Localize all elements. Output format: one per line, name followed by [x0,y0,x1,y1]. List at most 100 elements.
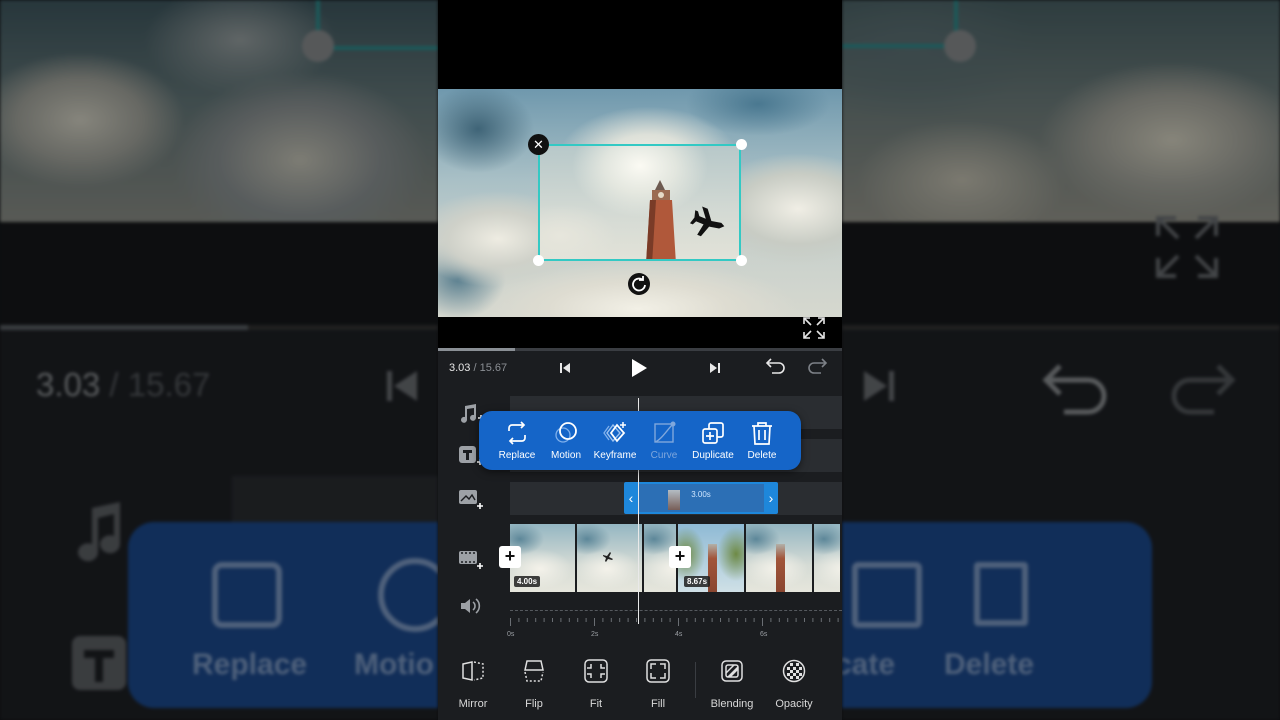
background-music-icon [70,500,130,569]
clip-1-duration: 4.00s [514,576,541,587]
blending-button[interactable]: Blending [704,658,760,710]
toolbar-divider [695,662,696,698]
background-toolbar-zoom: Replace Motio [128,522,438,708]
pip-trim-right-handle[interactable]: › [764,482,778,514]
background-scrub-right [842,325,1280,330]
bottom-tool-bar: Mirror Flip Fit Fill Blending Opacity [438,650,842,720]
background-replace-icon [212,562,282,628]
skip-to-start-button[interactable] [553,356,577,380]
clip-action-toolbar: Replace Motion Keyframe Curve Duplicate … [479,411,801,470]
editor-screen: ✕ 3.03 / 15.67 3.00s ‹ › 4.00s 8.67s + +… [438,0,842,720]
background-prev-icon [385,368,419,404]
background-undo-icon [1040,360,1110,421]
time-readout: 3.03 / 15.67 [449,362,507,374]
ruler-label-6s: 6s [760,631,768,638]
preview-letterbox-bottom [438,317,842,350]
skip-to-end-button[interactable] [703,356,727,380]
mirror-icon [462,661,484,681]
current-time: 3.03 [449,362,471,374]
motion-icon [555,422,577,443]
preview-progress-bar[interactable] [438,348,842,351]
rotate-handle[interactable] [628,273,650,295]
background-total-time: / 15.67 [100,366,211,403]
background-selection-frame-right [842,0,958,48]
duplicate-icon [702,422,724,444]
resize-handle-bottom-right[interactable] [736,255,747,266]
background-time: 3.03 / 15.67 [36,366,210,404]
background-current-time: 3.03 [36,366,101,403]
transition-add-button[interactable]: + [669,546,691,568]
mirror-button[interactable]: Mirror [445,658,501,710]
curve-label: Curve [650,450,678,461]
pip-clip-selected[interactable]: 3.00s ‹ › [624,482,778,514]
background-text-icon [70,634,130,703]
duplicate-button[interactable]: Duplicate [687,420,739,461]
background-next-icon [862,368,896,409]
keyframe-button[interactable]: Keyframe [589,420,641,461]
pip-add-icon[interactable] [458,488,484,512]
opacity-button[interactable]: Opacity [766,658,822,710]
video-preview[interactable]: ✕ [438,89,842,317]
add-clip-button[interactable]: + [499,546,521,568]
ruler-label-4s: 4s [675,631,683,638]
clip-2-frame[interactable] [746,524,814,592]
background-motion-label: Motio [354,648,434,681]
fit-icon [584,659,608,683]
background-handle [302,30,334,62]
motion-button[interactable]: Motion [540,420,592,461]
volume-icon[interactable] [458,594,484,618]
background-toolbar-zoom-right: plicate Delete [842,522,1152,708]
background-duplicate-icon [852,562,922,628]
duplicate-label: Duplicate [692,450,734,461]
ruler-label-0s: 0s [507,631,515,638]
tower-thumbnail [776,544,785,592]
clip-2-duration: 8.67s [684,576,711,587]
flip-label: Flip [525,698,543,710]
undo-button[interactable] [764,356,788,380]
clip-1-frame[interactable] [577,524,644,592]
background-handle-right [944,30,976,62]
delete-button[interactable]: Delete [736,420,788,461]
screenshot-stage: 3.03 / 15.67 Replace Motio cate Delete ✕… [0,0,1280,720]
background-motion-icon [378,558,438,632]
pip-trim-left-handle[interactable]: ‹ [624,482,638,514]
flip-button[interactable]: Flip [506,658,562,710]
ruler-label-2s: 2s [591,631,599,638]
airplane-silhouette [689,206,725,237]
flip-icon [524,660,544,682]
keyframe-label: Keyframe [593,450,637,461]
background-selection-frame [316,0,438,50]
play-button[interactable] [626,356,650,380]
total-time: 15.67 [479,362,508,374]
timeline-ruler [510,618,839,626]
fill-button[interactable]: Fill [630,658,686,710]
opacity-label: Opacity [775,698,813,710]
background-delete-label: Delete [944,648,1035,681]
video-add-icon[interactable] [458,548,484,572]
mirror-label: Mirror [458,698,488,710]
clock-tower-image [646,180,676,259]
redo-button[interactable] [805,356,829,380]
background-delete-icon [974,562,1028,626]
fill-icon [646,659,670,683]
blending-label: Blending [710,698,754,710]
remove-overlay-handle[interactable]: ✕ [528,134,549,155]
curve-button[interactable]: Curve [638,420,690,461]
resize-handle-bottom-left[interactable] [533,255,544,266]
pip-overlay-selection[interactable] [538,144,741,261]
fit-button[interactable]: Fit [568,658,624,710]
opacity-icon [782,659,806,683]
resize-handle-top-right[interactable] [736,139,747,150]
fullscreen-icon[interactable] [802,316,826,340]
fill-label: Fill [650,698,666,710]
replace-icon [508,421,526,445]
preview-letterbox-top [438,0,842,89]
preview-progress-fill [438,348,515,351]
fit-label: Fit [589,698,603,710]
keyframe-icon [603,422,626,443]
delete-label: Delete [747,450,777,461]
replace-button[interactable]: Replace [491,420,543,461]
background-right-blur: plicate Delete [842,0,1280,720]
clip-2-frame[interactable] [814,524,842,592]
pip-clip-duration: 3.00s [691,490,711,499]
